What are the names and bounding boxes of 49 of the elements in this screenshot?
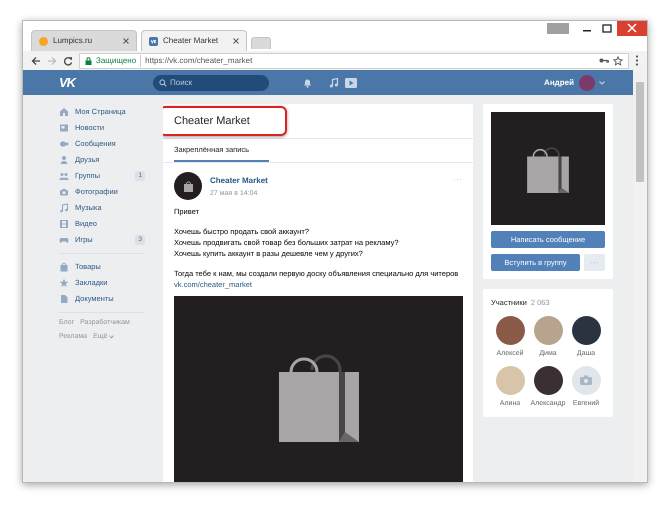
- people-icon: [59, 171, 69, 181]
- back-icon[interactable]: [31, 56, 41, 66]
- user-name[interactable]: Андрей: [544, 76, 574, 88]
- document-icon: [59, 294, 69, 304]
- bag-icon: [184, 180, 192, 192]
- browser-tab[interactable]: Cheater Market: [141, 30, 247, 51]
- vk-favicon-icon: [149, 36, 158, 46]
- bag-icon: [59, 262, 69, 272]
- reload-icon[interactable]: [63, 56, 73, 66]
- close-icon[interactable]: [123, 38, 129, 44]
- speech-bubble-icon: [59, 139, 69, 149]
- key-icon[interactable]: [599, 57, 609, 64]
- avatar-photo[interactable]: [534, 366, 562, 395]
- star-icon: [59, 278, 69, 288]
- logo[interactable]: VK: [59, 72, 79, 92]
- bell-icon[interactable]: [303, 78, 312, 88]
- camera-icon: [580, 375, 592, 386]
- caret-icon: [109, 334, 114, 339]
- gamepad-icon: [59, 235, 69, 245]
- video-icon[interactable]: [345, 78, 357, 88]
- browser-tab[interactable]: Lumpics.ru: [31, 30, 137, 51]
- music-icon[interactable]: [329, 78, 339, 88]
- home-icon: [59, 107, 69, 117]
- caret-icon[interactable]: [599, 80, 605, 84]
- address-field[interactable]: Защищено https://vk.com/cheater_market: [79, 52, 629, 68]
- search-input[interactable]: Поиск: [170, 76, 260, 88]
- person-icon: [59, 155, 69, 165]
- camera-icon: [59, 187, 69, 197]
- scroll-thumb[interactable]: [636, 82, 644, 182]
- avatar-photo[interactable]: [572, 316, 600, 346]
- close-icon[interactable]: [233, 38, 239, 44]
- lock-icon: [85, 56, 92, 64]
- sun-icon: [39, 36, 48, 46]
- shopping-bag-drawing: [526, 144, 570, 192]
- url-text: https://vk.com/cheater_market: [145, 54, 254, 66]
- menu-icon[interactable]: [635, 55, 639, 66]
- group-title: Cheater Market: [174, 114, 250, 129]
- scrollbar[interactable]: [633, 70, 647, 482]
- close-icon[interactable]: [617, 21, 647, 36]
- author-name[interactable]: Cheater Market: [210, 175, 268, 187]
- avatar-photo[interactable]: [496, 316, 524, 346]
- search-field[interactable]: Поиск: [153, 74, 269, 90]
- film-icon: [59, 219, 69, 229]
- secure-label: Защищено: [96, 54, 142, 66]
- newspaper-icon: [59, 123, 69, 133]
- search-icon: [159, 78, 167, 86]
- music-note-icon: [59, 203, 69, 213]
- star-icon[interactable]: [613, 56, 623, 66]
- author-avatar[interactable]: [174, 172, 202, 200]
